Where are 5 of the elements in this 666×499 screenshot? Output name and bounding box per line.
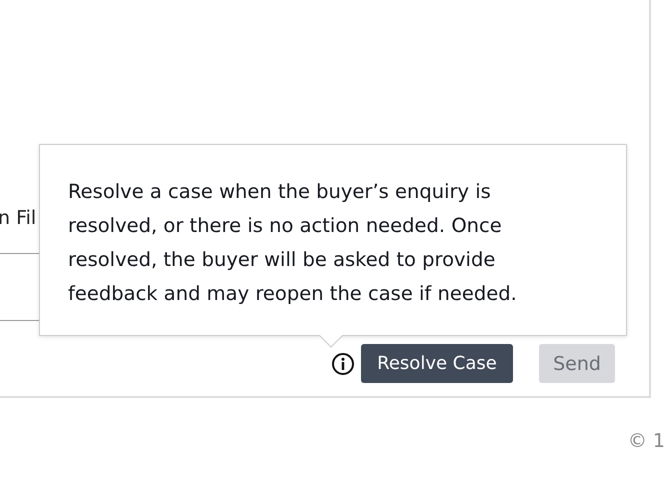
field-label: n Fil <box>0 206 36 231</box>
tooltip-text: Resolve a case when the buyer’s enquiry is resolved, or there is no action needed. Once resolved, the buyer will be asked to provide feedback and may reopen the case if needed. <box>68 179 518 307</box>
copyright-text: © 1 <box>628 430 665 452</box>
resolve-button[interactable]: Resolve Case <box>361 344 513 383</box>
info-icon[interactable] <box>331 352 355 376</box>
